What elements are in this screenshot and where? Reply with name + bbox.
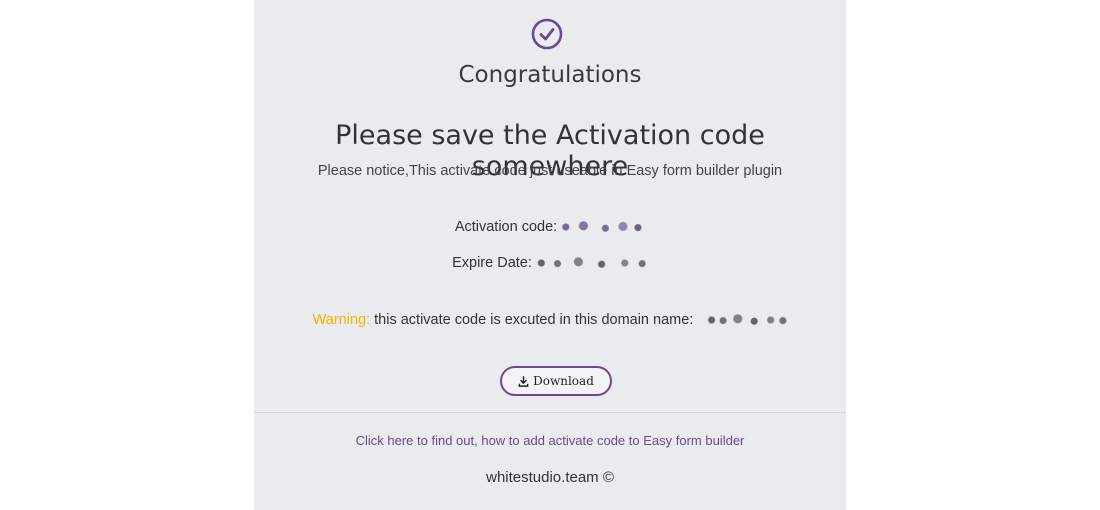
activation-card: Congratulations Please save the Activati… [254, 0, 846, 510]
check-circle-icon [531, 18, 563, 50]
warning-label: Warning: [312, 312, 371, 328]
congratulations-title: Congratulations [458, 62, 642, 88]
expire-date-label: Expire Date: [452, 255, 532, 271]
download-button-label: Download [533, 374, 594, 388]
domain-name-redacted [705, 314, 788, 327]
warning-text: this activate code is excuted in this do… [370, 312, 694, 328]
activation-code-label: Activation code: [454, 219, 558, 235]
plugin-notice: Please notice,This activate code just us… [317, 163, 783, 179]
activation-code-value-redacted [557, 221, 646, 234]
help-link[interactable]: Click here to find out, how to add activ… [254, 433, 846, 448]
divider [254, 412, 846, 413]
expire-date-value-redacted [531, 257, 648, 270]
footer-credit: whitestudio.team © [486, 469, 614, 486]
download-button[interactable]: Download [500, 366, 612, 396]
expire-date-row: Expire Date: [254, 255, 846, 271]
download-icon [518, 375, 529, 387]
domain-warning: Warning: this activate code is excuted i… [254, 312, 846, 328]
activation-code-row: Activation code: [254, 219, 846, 235]
